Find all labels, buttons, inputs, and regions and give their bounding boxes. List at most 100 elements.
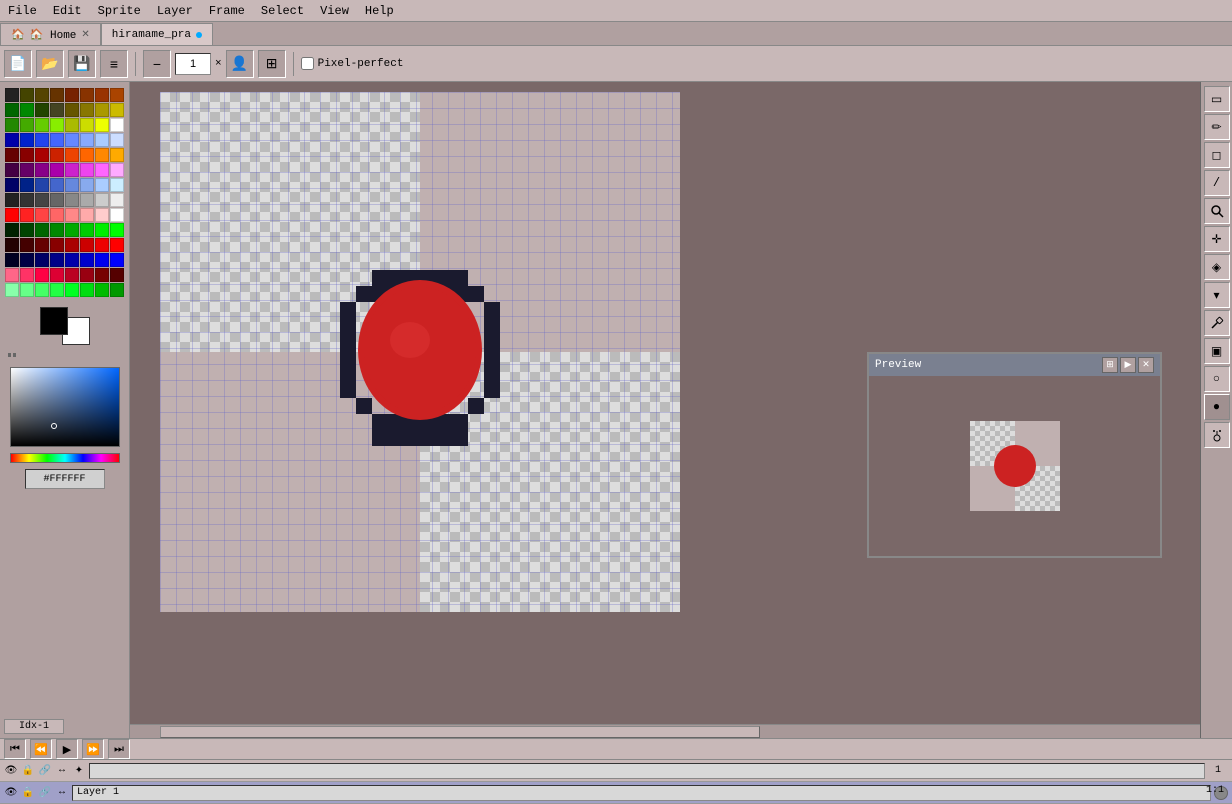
- palette-cell-22[interactable]: [95, 118, 109, 132]
- palette-cell-99[interactable]: [50, 268, 64, 282]
- visibility-icon-0[interactable]: 👁: [4, 764, 18, 778]
- palette-cell-13[interactable]: [80, 103, 94, 117]
- palette-cell-110[interactable]: [95, 283, 109, 297]
- tab-home[interactable]: 🏠 🏠 Home ✕: [0, 23, 101, 45]
- visibility-icon-1[interactable]: 👁: [4, 786, 18, 800]
- palette-cell-46[interactable]: [95, 163, 109, 177]
- palette-cell-6[interactable]: [95, 88, 109, 102]
- palette-cell-47[interactable]: [110, 163, 124, 177]
- palette-cell-54[interactable]: [95, 178, 109, 192]
- eyedropper-tool-button[interactable]: [1204, 310, 1230, 336]
- pencil-tool-button[interactable]: ✏: [1204, 114, 1230, 140]
- palette-cell-4[interactable]: [65, 88, 79, 102]
- palette-cell-19[interactable]: [50, 118, 64, 132]
- palette-cell-31[interactable]: [110, 133, 124, 147]
- palette-cell-45[interactable]: [80, 163, 94, 177]
- palette-cell-87[interactable]: [110, 238, 124, 252]
- palette-cell-51[interactable]: [50, 178, 64, 192]
- layer-1-name[interactable]: Layer 1: [72, 785, 1211, 801]
- palette-cell-109[interactable]: [80, 283, 94, 297]
- palette-cell-79[interactable]: [110, 223, 124, 237]
- palette-cell-1[interactable]: [20, 88, 34, 102]
- palette-cell-20[interactable]: [65, 118, 79, 132]
- palette-cell-50[interactable]: [35, 178, 49, 192]
- save-file-button[interactable]: 💾: [68, 50, 96, 78]
- preview-close-button[interactable]: ✕: [1138, 357, 1154, 373]
- palette-cell-38[interactable]: [95, 148, 109, 162]
- preview-expand-button[interactable]: ⊞: [1102, 357, 1118, 373]
- palette-cell-53[interactable]: [80, 178, 94, 192]
- tab-sprite[interactable]: hiramame_pra: [101, 23, 213, 45]
- menu-view[interactable]: View: [312, 2, 357, 20]
- palette-cell-101[interactable]: [80, 268, 94, 282]
- palette-cell-111[interactable]: [110, 283, 124, 297]
- palette-cell-37[interactable]: [80, 148, 94, 162]
- paint-bucket-button[interactable]: ▾: [1204, 282, 1230, 308]
- zoom-out-button[interactable]: −: [143, 50, 171, 78]
- palette-cell-105[interactable]: [20, 283, 34, 297]
- palette-cell-69[interactable]: [80, 208, 94, 222]
- palette-cell-14[interactable]: [95, 103, 109, 117]
- palette-cell-52[interactable]: [65, 178, 79, 192]
- palette-cell-73[interactable]: [20, 223, 34, 237]
- palette-cell-84[interactable]: [65, 238, 79, 252]
- palette-cell-62[interactable]: [95, 193, 109, 207]
- palette-cell-90[interactable]: [35, 253, 49, 267]
- palette-cell-76[interactable]: [65, 223, 79, 237]
- palette-cell-0[interactable]: [5, 88, 19, 102]
- palette-cell-36[interactable]: [65, 148, 79, 162]
- color-picker[interactable]: [10, 367, 120, 447]
- palette-cell-104[interactable]: [5, 283, 19, 297]
- palette-cell-21[interactable]: [80, 118, 94, 132]
- palette-cell-94[interactable]: [95, 253, 109, 267]
- menu-select[interactable]: Select: [253, 2, 312, 20]
- sprite-properties-button[interactable]: 👤: [226, 50, 254, 78]
- palette-cell-98[interactable]: [35, 268, 49, 282]
- link-icon-1[interactable]: 🔗: [38, 786, 52, 800]
- ink-tool-button[interactable]: ●: [1204, 394, 1230, 420]
- palette-cell-78[interactable]: [95, 223, 109, 237]
- contour-tool-button[interactable]: ○: [1204, 366, 1230, 392]
- preview-play-button[interactable]: ▶: [1120, 357, 1136, 373]
- next-frame-button[interactable]: ⏩: [82, 739, 104, 759]
- menu-sprite[interactable]: Sprite: [90, 2, 149, 20]
- menu-layer[interactable]: Layer: [149, 2, 201, 20]
- lock-icon-0[interactable]: 🔒: [21, 764, 35, 778]
- lock-icon-1[interactable]: 🔒: [21, 786, 35, 800]
- canvas-area[interactable]: Preview ⊞ ▶ ✕: [130, 82, 1200, 738]
- palette-cell-5[interactable]: [80, 88, 94, 102]
- menu-frame[interactable]: Frame: [201, 2, 253, 20]
- link-icon-0[interactable]: 🔗: [38, 764, 52, 778]
- palette-cell-49[interactable]: [20, 178, 34, 192]
- palette-cell-92[interactable]: [65, 253, 79, 267]
- zoom-tool-button[interactable]: [1204, 198, 1230, 224]
- palette-cell-2[interactable]: [35, 88, 49, 102]
- palette-cell-10[interactable]: [35, 103, 49, 117]
- palette-cell-82[interactable]: [35, 238, 49, 252]
- menu-file[interactable]: File: [0, 2, 45, 20]
- palette-cell-30[interactable]: [95, 133, 109, 147]
- fit-screen-button[interactable]: ⊞: [258, 50, 286, 78]
- palette-cell-8[interactable]: [5, 103, 19, 117]
- palette-cell-65[interactable]: [20, 208, 34, 222]
- palette-cell-12[interactable]: [65, 103, 79, 117]
- palette-cell-17[interactable]: [20, 118, 34, 132]
- palette-cell-88[interactable]: [5, 253, 19, 267]
- prev-frame-button[interactable]: ⏪: [30, 739, 52, 759]
- palette-cell-61[interactable]: [80, 193, 94, 207]
- palette-cell-44[interactable]: [65, 163, 79, 177]
- palette-cell-108[interactable]: [65, 283, 79, 297]
- palette-cell-91[interactable]: [50, 253, 64, 267]
- save-as-button[interactable]: ≡: [100, 50, 128, 78]
- palette-cell-40[interactable]: [5, 163, 19, 177]
- palette-cell-59[interactable]: [50, 193, 64, 207]
- spray-tool-button[interactable]: [1204, 422, 1230, 448]
- horizontal-scrollbar[interactable]: [130, 724, 1200, 738]
- palette-cell-89[interactable]: [20, 253, 34, 267]
- palette-cell-97[interactable]: [20, 268, 34, 282]
- hue-bar[interactable]: [10, 453, 120, 463]
- palette-cell-70[interactable]: [95, 208, 109, 222]
- palette-cell-74[interactable]: [35, 223, 49, 237]
- go-first-frame-button[interactable]: ⏮: [4, 739, 26, 759]
- eraser-tool-button[interactable]: ◻: [1204, 142, 1230, 168]
